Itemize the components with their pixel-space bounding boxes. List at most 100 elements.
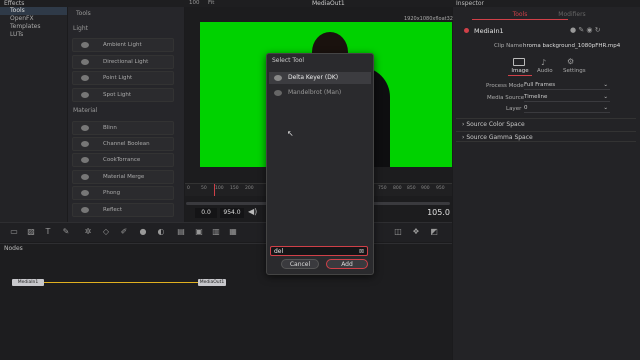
tool-reflect[interactable]: Reflect [72,203,174,217]
renderer3d-tool-icon[interactable]: ◩ [428,227,440,237]
viewer-fit-label[interactable]: Fit [208,0,214,6]
subtab-settings[interactable]: Settings [563,68,586,74]
tree-item-luts[interactable]: LUTs [0,31,67,39]
dialog-search-input[interactable]: del ⊠ [270,246,368,256]
dialog-item-delta-keyer[interactable]: Delta Keyer (DK) [269,72,371,84]
particles-tool-icon[interactable]: ✲ [82,227,94,237]
search-value: del [274,248,284,255]
material-icon [81,207,89,213]
layer-value: 0 [524,105,528,111]
camera-tool-icon[interactable]: ◫ [392,227,404,237]
effects-tree-panel: Tools OpenFX Templates LUTs [0,7,67,242]
tab-modifiers[interactable]: Modifiers [552,9,592,20]
item-label: Mandelbrot (Man) [288,89,342,96]
tool-material-merge[interactable]: Material Merge [72,170,174,184]
material-icon [81,141,89,147]
inspector-panel [453,7,640,360]
tree-item-tools[interactable]: Tools [0,7,67,15]
transform-tool-icon[interactable]: ▣ [193,227,205,237]
tool-blinn[interactable]: Blinn [72,121,174,135]
ruler-tick: 100 [215,186,224,191]
loader-tool-icon[interactable]: ▦ [227,227,239,237]
media-source-dropdown[interactable]: Timeline ⌄ [524,93,610,102]
color-corrector-icon[interactable]: ◐ [155,227,167,237]
tree-item-templates[interactable]: Templates [0,23,67,31]
ruler-tick: 750 [378,186,387,191]
settings-tab-icon[interactable]: ⚙ [567,57,574,66]
tool-label: Ambient Light [103,42,142,48]
tool-label: Material Merge [103,174,145,180]
time-start-field[interactable]: 0.0 [195,208,217,218]
nodes-title: Nodes [4,245,23,252]
merge-tool-icon[interactable]: ▤ [175,227,187,237]
source-gamma-space-section[interactable]: › Source Gamma Space [456,131,636,142]
tool-channel-boolean[interactable]: Channel Boolean [72,137,174,151]
chevron-down-icon: ⌄ [603,105,608,111]
media-source-value: Timeline [524,94,548,100]
section-label: Source Gamma Space [466,134,533,141]
node-color-dot [464,28,469,33]
light-icon [81,92,89,98]
add-button[interactable]: Add [326,259,368,269]
inspector-title: Inspector [456,0,484,7]
ruler-tick: 200 [245,186,254,191]
time-end-field[interactable]: 954.0 [220,208,244,218]
tool-label: Directional Light [103,59,149,65]
paint-tool-icon[interactable]: ✎ [60,227,72,237]
clip-name-value[interactable]: hroma background_1080pFHR.mp4 [523,43,620,49]
blur-tool-icon[interactable]: ● [137,227,149,237]
tool-phong[interactable]: Phong [72,186,174,200]
material-icon [81,190,89,196]
cancel-button[interactable]: Cancel [281,259,319,269]
image-tool-icon[interactable]: ▨ [25,227,37,237]
clear-icon[interactable]: ⊠ [359,247,364,256]
node-link [44,282,199,283]
inspector-header-icons[interactable]: ● ✎ ◉ ↻ [570,26,601,34]
process-mode-dropdown[interactable]: Full Frames ⌄ [524,81,610,90]
inspector-node-name: MediaIn1 [474,27,504,35]
tool-directional-light[interactable]: Directional Light [72,55,174,69]
nodes-panel[interactable] [0,243,452,360]
layer-dropdown[interactable]: 0 ⌄ [524,104,610,113]
dialog-title: Select Tool [272,57,305,64]
node-mediain[interactable]: MediaIn1 [12,279,44,286]
light-icon [81,42,89,48]
tool-point-light[interactable]: Point Light [72,71,174,85]
playhead[interactable] [214,184,215,196]
light-icon [81,59,89,65]
tool-spot-light[interactable]: Spot Light [72,88,174,102]
generator-icon [274,90,282,96]
source-color-space-section[interactable]: › Source Color Space [456,118,636,129]
text-tool-icon[interactable]: T [42,227,54,237]
effects-title: Effects [4,0,25,7]
material-icon [81,157,89,163]
ruler-tick: 900 [421,186,430,191]
resize-tool-icon[interactable]: ▥ [210,227,222,237]
keyer-icon [274,75,282,81]
process-mode-label: Process Mode [486,83,524,89]
subtab-audio[interactable]: Audio [537,68,553,74]
item-label: Delta Keyer (DK) [288,74,339,81]
material-icon [81,174,89,180]
shape3d-tool-icon[interactable]: ❖ [410,227,422,237]
process-mode-value: Full Frames [524,82,556,88]
tool-label: Phong [103,190,121,196]
current-frame-field[interactable]: 105.0 [410,207,450,218]
speaker-icon[interactable]: ◀) [248,207,257,216]
audio-tab-icon[interactable]: ♪ [541,58,546,67]
bspline-tool-icon[interactable]: ✐ [118,227,130,237]
tool-cooktorrance[interactable]: CookTorrance [72,153,174,167]
subtab-image[interactable]: Image [508,68,532,76]
viewer-zoom-label[interactable]: 100 [189,0,200,6]
ruler-tick: 950 [436,186,445,191]
tool-ambient-light[interactable]: Ambient Light [72,38,174,52]
node-mediaout[interactable]: MediaOut1 [198,279,226,286]
chevron-right-icon: › [462,134,465,141]
clip-name-label: Clip Name [494,43,523,49]
image-tab-icon[interactable] [513,58,525,66]
polygon-tool-icon[interactable]: ◇ [100,227,112,237]
background-tool-icon[interactable]: ▭ [8,227,20,237]
dialog-item-mandelbrot[interactable]: Mandelbrot (Man) [269,87,371,99]
tree-item-openfx[interactable]: OpenFX [0,15,67,23]
tool-label: CookTorrance [103,157,141,163]
